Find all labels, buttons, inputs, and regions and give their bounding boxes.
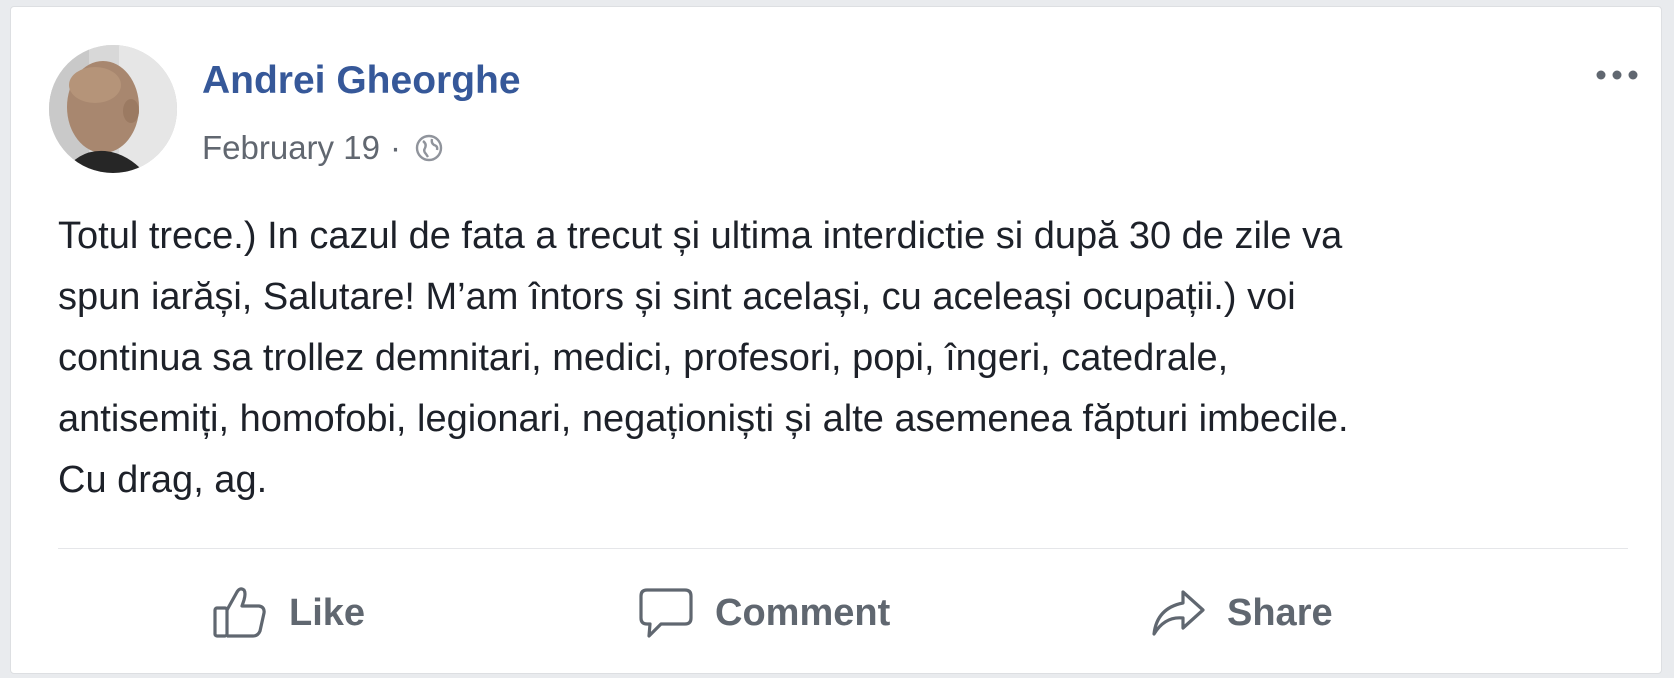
speech-bubble-icon xyxy=(637,584,695,642)
meta-separator: · xyxy=(389,129,401,166)
feed-background-strip xyxy=(0,678,1674,700)
post-text-line: continua sa trollez demnitari, medici, p… xyxy=(58,337,1229,379)
post-text-line: antisemiți, homofobi, legionari, negațio… xyxy=(58,398,1349,440)
comment-button[interactable]: Comment xyxy=(637,577,890,649)
thumbs-up-icon xyxy=(211,584,269,642)
share-arrow-icon xyxy=(1149,584,1207,642)
like-button[interactable]: Like xyxy=(211,577,365,649)
post-text: Totul trece.) In cazul de fata a trecut … xyxy=(58,206,1638,511)
avatar[interactable] xyxy=(49,45,177,173)
share-button[interactable]: Share xyxy=(1149,577,1333,649)
comment-label: Comment xyxy=(715,591,891,634)
more-options-button[interactable] xyxy=(1591,59,1643,95)
post-meta: February 19 · xyxy=(202,125,445,171)
post-text-line: Totul trece.) In cazul de fata a trecut … xyxy=(58,215,1343,257)
post-date[interactable]: February 19 xyxy=(202,129,380,167)
share-label: Share xyxy=(1227,591,1333,634)
more-options-icon xyxy=(1595,68,1639,86)
post-text-line: Cu drag, ag. xyxy=(58,459,268,501)
post-card: Andrei Gheorghe February 19 · Totul trec… xyxy=(10,6,1662,674)
author-name[interactable]: Andrei Gheorghe xyxy=(202,59,521,103)
like-label: Like xyxy=(289,591,366,634)
action-divider xyxy=(58,548,1628,549)
avatar-photo xyxy=(49,45,177,173)
post-text-line: spun iarăși, Salutare! M’am întors și si… xyxy=(58,276,1296,318)
globe-icon[interactable] xyxy=(413,132,445,164)
